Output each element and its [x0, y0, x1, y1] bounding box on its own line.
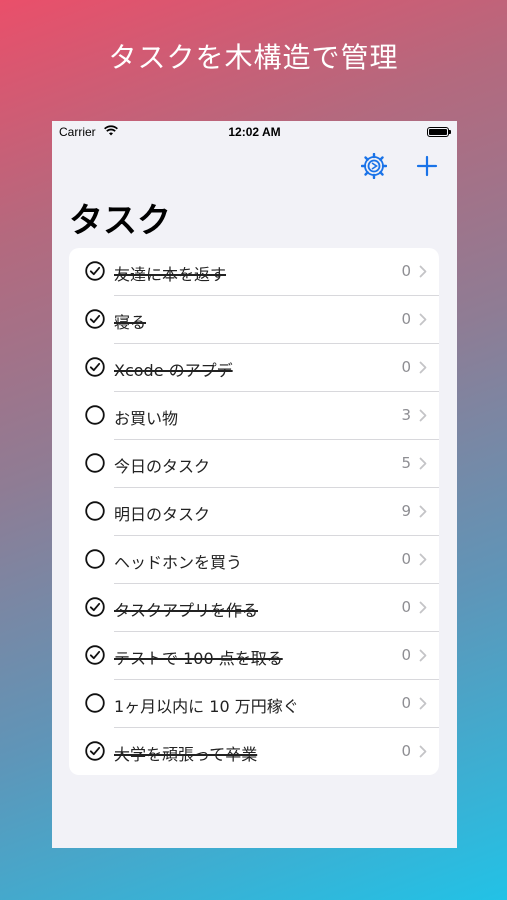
- task-title: お買い物: [114, 409, 179, 428]
- empty-circle-icon[interactable]: [85, 405, 105, 425]
- status-bar: Carrier 12:02 AM: [52, 121, 457, 143]
- task-title: Xcode のアプデ: [114, 361, 233, 380]
- task-title: 今日のタスク: [114, 457, 211, 476]
- promo-headline: タスクを木構造で管理: [108, 41, 399, 74]
- subtask-count: 0: [401, 694, 411, 712]
- task-title: 友達に本を返す: [114, 265, 227, 284]
- task-row[interactable]: お買い物 3: [69, 392, 439, 440]
- task-title: 寝る: [114, 313, 147, 332]
- subtask-count: 0: [401, 310, 411, 328]
- page-title: タスク: [69, 201, 171, 241]
- task-row[interactable]: 大学を頑張って卒業 0: [69, 728, 439, 775]
- chevron-right-icon: [419, 601, 427, 614]
- task-title: ヘッドホンを買う: [114, 553, 243, 572]
- phone-screen: Carrier 12:02 AM タスク 友達に本を返す 0 寝る 0 Xcode のア…: [52, 121, 457, 848]
- task-row[interactable]: 今日のタスク 5: [69, 440, 439, 488]
- subtask-count: 0: [401, 598, 411, 616]
- subtask-count: 0: [401, 550, 411, 568]
- checkmark-circle-icon[interactable]: [85, 261, 105, 281]
- chevron-right-icon: [419, 265, 427, 278]
- checkmark-circle-icon[interactable]: [85, 741, 105, 761]
- task-row[interactable]: タスクアプリを作る 0: [69, 584, 439, 632]
- task-row[interactable]: Xcode のアプデ 0: [69, 344, 439, 392]
- task-list: 友達に本を返す 0 寝る 0 Xcode のアプデ 0 お買い物 3 今日のタスク 5 明日のタスク…: [69, 248, 439, 775]
- empty-circle-icon[interactable]: [85, 453, 105, 473]
- checkmark-circle-icon[interactable]: [85, 597, 105, 617]
- task-row[interactable]: ヘッドホンを買う 0: [69, 536, 439, 584]
- task-row[interactable]: 寝る 0: [69, 296, 439, 344]
- chevron-right-icon: [419, 649, 427, 662]
- task-row[interactable]: テストで 100 点を取る 0: [69, 632, 439, 680]
- subtask-count: 0: [401, 262, 411, 280]
- task-title: 明日のタスク: [114, 505, 211, 524]
- chevron-right-icon: [419, 457, 427, 470]
- chevron-right-icon: [419, 505, 427, 518]
- add-button[interactable]: [416, 155, 438, 177]
- task-title: 大学を頑張って卒業: [114, 745, 258, 764]
- task-title: 1ヶ月以内に 10 万円稼ぐ: [114, 697, 299, 716]
- checkmark-circle-icon[interactable]: [85, 645, 105, 665]
- subtask-count: 5: [401, 454, 411, 472]
- chevron-right-icon: [419, 409, 427, 422]
- checkmark-circle-icon[interactable]: [85, 309, 105, 329]
- task-row[interactable]: 友達に本を返す 0: [69, 248, 439, 296]
- chevron-right-icon: [419, 361, 427, 374]
- subtask-count: 0: [401, 742, 411, 760]
- chevron-right-icon: [419, 553, 427, 566]
- subtask-count: 0: [401, 646, 411, 664]
- subtask-count: 9: [401, 502, 411, 520]
- subtask-count: 3: [401, 406, 411, 424]
- chevron-right-icon: [419, 745, 427, 758]
- status-time: 12:02 AM: [228, 125, 281, 139]
- checkmark-circle-icon[interactable]: [85, 357, 105, 377]
- gear-icon[interactable]: [361, 153, 387, 179]
- chevron-right-icon: [419, 697, 427, 710]
- empty-circle-icon[interactable]: [85, 693, 105, 713]
- task-row[interactable]: 1ヶ月以内に 10 万円稼ぐ 0: [69, 680, 439, 728]
- subtask-count: 0: [401, 358, 411, 376]
- task-title: タスクアプリを作る: [114, 601, 259, 620]
- task-row[interactable]: 明日のタスク 9: [69, 488, 439, 536]
- battery-icon: [427, 127, 451, 137]
- chevron-right-icon: [419, 313, 427, 326]
- task-title: テストで 100 点を取る: [114, 649, 283, 668]
- empty-circle-icon[interactable]: [85, 549, 105, 569]
- empty-circle-icon[interactable]: [85, 501, 105, 521]
